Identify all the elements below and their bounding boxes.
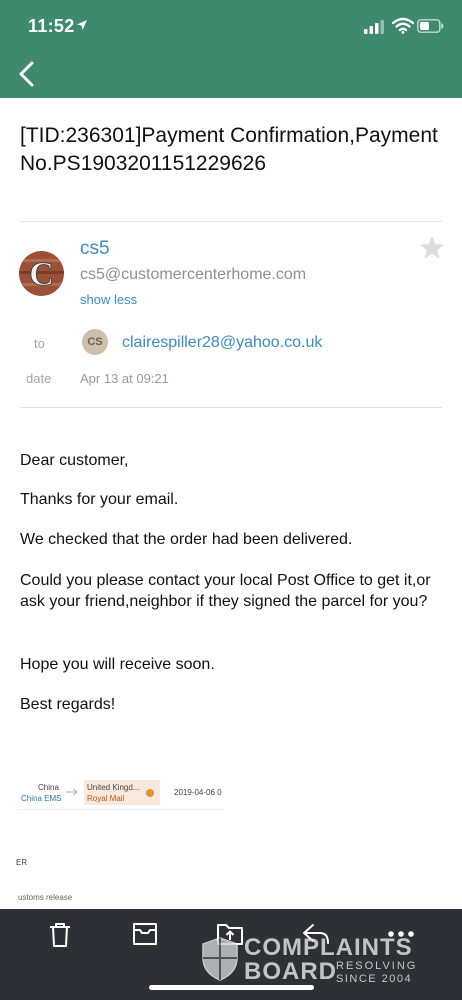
archive-icon[interactable] bbox=[131, 921, 159, 947]
date-label: date bbox=[26, 371, 52, 386]
sender-avatar-letter: C bbox=[29, 256, 54, 293]
watermark-resolving: RESOLVING bbox=[336, 960, 418, 972]
recipient-avatar: CS bbox=[82, 329, 108, 355]
image-fragment-header: ER bbox=[16, 858, 28, 867]
sender-avatar-image: C bbox=[19, 251, 64, 296]
shield-logo-icon bbox=[202, 937, 238, 981]
cellular-signal-icon bbox=[364, 20, 384, 34]
image-fragment-customs: ustoms release bbox=[18, 893, 73, 902]
show-less-link[interactable]: show less bbox=[80, 292, 137, 307]
tracking-date: 2019-04-06 0 bbox=[174, 788, 222, 797]
star-icon[interactable] bbox=[418, 234, 446, 262]
status-bar: 11:52 bbox=[0, 0, 462, 52]
to-label: to bbox=[34, 336, 45, 351]
divider bbox=[20, 407, 442, 408]
recipient-email[interactable]: clairespiller28@yahoo.co.uk bbox=[122, 334, 322, 352]
body-paragraph: Thanks for your email. bbox=[20, 491, 179, 508]
origin-country: China bbox=[38, 783, 59, 792]
body-paragraph: Could you please contact your local Post… bbox=[20, 572, 431, 610]
email-subject: [TID:236301]Payment Confirmation,Payment… bbox=[20, 124, 438, 175]
location-arrow-icon bbox=[77, 20, 87, 30]
body-paragraph: We checked that the order had been deliv… bbox=[20, 531, 353, 548]
alert-dot-icon bbox=[146, 789, 154, 797]
trash-icon[interactable] bbox=[47, 921, 73, 949]
divider bbox=[18, 809, 224, 810]
body-paragraph: Dear customer, bbox=[20, 452, 129, 469]
tracking-image: China China EMS United Kingd... Royal Ma… bbox=[18, 778, 224, 810]
divider bbox=[20, 221, 442, 222]
transit-arrow-icon bbox=[66, 788, 78, 796]
date-value: Apr 13 at 09:21 bbox=[80, 371, 169, 386]
dest-carrier: Royal Mail bbox=[87, 794, 125, 803]
origin-carrier: China EMS bbox=[21, 794, 62, 803]
back-arrow-icon[interactable] bbox=[12, 56, 44, 92]
nav-bar bbox=[0, 52, 462, 98]
watermark-board: BOARD bbox=[244, 958, 337, 985]
dest-country: United Kingd... bbox=[87, 783, 140, 792]
watermark-since: SINCE 2004 bbox=[336, 973, 413, 985]
body-paragraph: Hope you will receive soon. bbox=[20, 656, 215, 673]
body-paragraph: Best regards! bbox=[20, 696, 116, 713]
home-indicator[interactable] bbox=[149, 985, 314, 990]
status-time: 11:52 bbox=[28, 16, 75, 36]
complaints-board-watermark: COMPLAINTS BOARD RESOLVING SINCE 2004 bbox=[200, 928, 415, 988]
sender-email: cs5@customercenterhome.com bbox=[80, 266, 307, 283]
sender-avatar[interactable]: C bbox=[19, 251, 64, 296]
sender-name[interactable]: cs5 bbox=[80, 238, 110, 260]
wifi-icon bbox=[392, 17, 414, 34]
battery-icon bbox=[417, 19, 444, 33]
